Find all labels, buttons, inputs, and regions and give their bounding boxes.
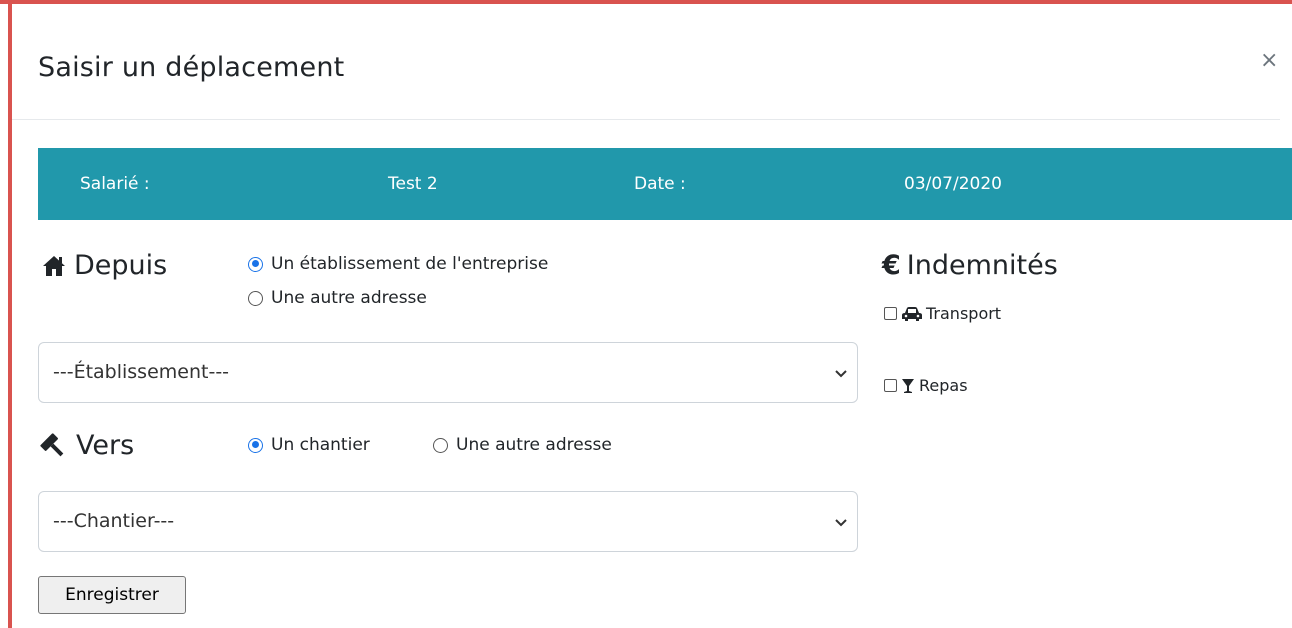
chantier-select-value: ---Chantier--- — [53, 510, 175, 532]
home-icon — [42, 255, 66, 277]
vers-title: Vers — [38, 430, 134, 461]
radio-chantier[interactable] — [248, 437, 263, 453]
info-bar: Salarié : Test 2 Date : 03/07/2020 — [38, 148, 1292, 220]
depuis-option-label-2: Une autre adresse — [271, 288, 427, 308]
chantier-select[interactable]: ---Chantier--- — [38, 491, 858, 552]
indemnite-transport[interactable]: Transport — [884, 304, 1001, 323]
save-button[interactable]: Enregistrer — [38, 576, 186, 614]
etablissement-select-value: ---Établissement--- — [53, 361, 230, 383]
chevron-down-icon — [835, 370, 847, 378]
depuis-label: Depuis — [74, 250, 168, 281]
depuis-option-etablissement[interactable]: Un établissement de l'entreprise — [248, 254, 548, 274]
date-label: Date : — [634, 174, 686, 194]
car-icon — [901, 306, 923, 322]
gavel-icon — [38, 432, 68, 459]
transport-label: Transport — [926, 304, 1002, 323]
depuis-option-label-1: Un établissement de l'entreprise — [271, 254, 549, 274]
close-button[interactable]: × — [1260, 50, 1278, 72]
depuis-option-autre-adresse[interactable]: Une autre adresse — [248, 288, 427, 308]
vers-option-chantier[interactable]: Un chantier — [248, 435, 370, 455]
indemnite-repas[interactable]: Repas — [884, 376, 968, 395]
radio-etablissement[interactable] — [248, 256, 263, 272]
trip-modal: Saisir un déplacement × Salarié : Test 2… — [12, 4, 1292, 628]
indemnites-label: Indemnités — [906, 250, 1058, 281]
etablissement-select[interactable]: ---Établissement--- — [38, 342, 858, 403]
modal-title: Saisir un déplacement — [38, 52, 345, 83]
vers-option-label-2: Une autre adresse — [456, 435, 612, 455]
indemnites-title: € Indemnités — [882, 250, 1058, 281]
euro-icon: € — [882, 250, 901, 281]
date-value: 03/07/2020 — [904, 174, 1002, 194]
radio-vers-autre-adresse[interactable] — [433, 437, 448, 453]
chevron-down-icon — [835, 519, 847, 527]
depuis-title: Depuis — [42, 250, 167, 281]
checkbox-transport[interactable] — [884, 307, 897, 320]
checkbox-repas[interactable] — [884, 379, 897, 392]
employee-value: Test 2 — [388, 174, 438, 194]
employee-label: Salarié : — [80, 174, 150, 194]
vers-option-label-1: Un chantier — [271, 435, 370, 455]
cocktail-icon — [901, 378, 915, 394]
modal-header: Saisir un déplacement × — [12, 4, 1280, 120]
vers-option-autre-adresse[interactable]: Une autre adresse — [433, 435, 612, 455]
repas-label: Repas — [919, 376, 968, 395]
vers-label: Vers — [76, 430, 135, 461]
radio-depuis-autre-adresse[interactable] — [248, 290, 263, 306]
